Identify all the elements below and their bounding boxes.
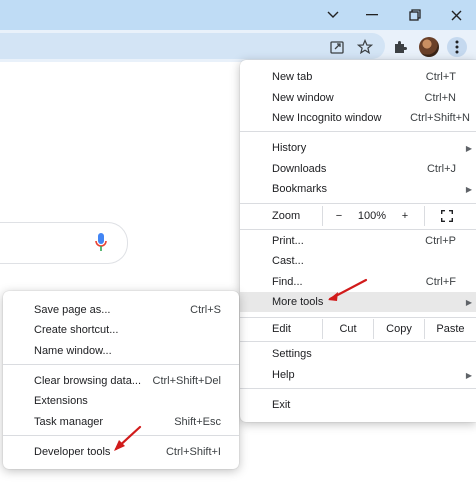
menu-item-shortcut: Ctrl+T (425, 71, 456, 83)
menu-item-label: New Incognito window (272, 112, 382, 124)
menu-item-name-window[interactable]: Name window... (3, 341, 239, 361)
menu-item-task-manager[interactable]: Task manager Shift+Esc (3, 412, 239, 432)
share-icon[interactable] (327, 37, 347, 57)
menu-item-shortcut: Ctrl+Shift+Del (152, 375, 221, 387)
tab-search-button[interactable] (313, 0, 353, 30)
submenu-arrow-icon: ▶ (465, 143, 472, 153)
close-icon (451, 10, 461, 20)
menu-item-help[interactable]: Help ▶ (240, 365, 476, 385)
menu-item-label: Print... (272, 235, 304, 247)
menu-item-label: Find... (272, 276, 303, 288)
restore-icon (409, 9, 421, 21)
title-bar (0, 0, 476, 30)
menu-separator (240, 388, 476, 389)
menu-item-save-page-as[interactable]: Save page as... Ctrl+S (3, 300, 239, 320)
fullscreen-button[interactable] (432, 206, 462, 226)
menu-item-label: More tools (272, 296, 324, 308)
cut-button[interactable]: Cut (323, 319, 373, 339)
menu-item-label: Cast... (272, 255, 304, 267)
search-box[interactable] (0, 222, 128, 264)
menu-item-shortcut: Ctrl+F (425, 276, 456, 288)
menu-item-clear-browsing-data[interactable]: Clear browsing data... Ctrl+Shift+Del (3, 371, 239, 391)
edit-row: Edit Cut Copy Paste (240, 319, 476, 339)
menu-item-settings[interactable]: Settings (240, 344, 476, 364)
menu-item-developer-tools[interactable]: Developer tools Ctrl+Shift+I (3, 442, 239, 462)
menu-item-label: Extensions (34, 395, 88, 407)
profile-avatar[interactable] (419, 37, 439, 57)
menu-item-shortcut: Ctrl+Shift+N (410, 112, 470, 124)
restore-button[interactable] (395, 0, 435, 30)
menu-item-label: New window (272, 92, 334, 104)
menu-separator (240, 131, 476, 132)
fullscreen-icon (441, 210, 453, 222)
zoom-label: Zoom (272, 210, 301, 222)
menu-separator (240, 317, 476, 318)
menu-separator (240, 229, 476, 230)
chrome-menu-button[interactable] (447, 37, 467, 57)
menu-separator (3, 435, 239, 436)
minimize-icon (366, 14, 378, 16)
zoom-in-button[interactable]: + (394, 206, 416, 226)
menu-item-new-incognito-window[interactable]: New Incognito window Ctrl+Shift+N (240, 108, 476, 128)
close-button[interactable] (436, 0, 476, 30)
menu-item-bookmarks[interactable]: Bookmarks ▶ (240, 179, 476, 199)
menu-item-shortcut: Ctrl+P (425, 235, 456, 247)
menu-item-cast[interactable]: Cast... (240, 251, 476, 271)
menu-item-shortcut: Ctrl+S (190, 304, 221, 316)
menu-item-more-tools[interactable]: More tools ▶ (240, 292, 476, 312)
menu-item-label: Developer tools (34, 446, 111, 458)
edit-label: Edit (272, 323, 291, 335)
menu-item-create-shortcut[interactable]: Create shortcut... (3, 320, 239, 340)
minimize-button[interactable] (352, 0, 392, 30)
menu-separator (240, 203, 476, 204)
zoom-row: Zoom − 100% + (240, 206, 476, 226)
menu-item-shortcut: Ctrl+Shift+I (165, 446, 221, 458)
menu-divider (322, 206, 323, 226)
menu-item-new-tab[interactable]: New tab Ctrl+T (240, 67, 476, 87)
menu-item-label: Create shortcut... (34, 324, 119, 336)
menu-item-exit[interactable]: Exit (240, 395, 476, 415)
menu-item-label: New tab (272, 71, 313, 83)
extensions-puzzle-icon[interactable] (390, 37, 410, 57)
chrome-main-menu: New tab Ctrl+T New window Ctrl+N New Inc… (240, 60, 476, 422)
menu-item-label: Downloads (272, 163, 327, 175)
submenu-arrow-icon: ▶ (465, 184, 472, 194)
menu-item-shortcut: Ctrl+J (426, 163, 456, 175)
chevron-down-icon (327, 11, 339, 18)
menu-item-print[interactable]: Print... Ctrl+P (240, 231, 476, 251)
menu-item-label: Help (272, 369, 295, 381)
menu-separator (240, 341, 476, 342)
menu-item-new-window[interactable]: New window Ctrl+N (240, 88, 476, 108)
menu-item-shortcut: Shift+Esc (174, 416, 221, 428)
paste-button[interactable]: Paste (425, 319, 476, 339)
menu-item-downloads[interactable]: Downloads Ctrl+J (240, 159, 476, 179)
menu-item-label: History (272, 142, 307, 154)
menu-item-label: Name window... (34, 345, 112, 357)
menu-divider (424, 206, 425, 226)
submenu-arrow-icon: ▶ (465, 370, 472, 380)
copy-button[interactable]: Copy (374, 319, 424, 339)
kebab-menu-icon (455, 40, 459, 54)
menu-item-label: Bookmarks (272, 183, 328, 195)
submenu-arrow-icon: ▶ (465, 297, 472, 307)
zoom-level-value: 100% (357, 210, 387, 222)
menu-item-shortcut: Ctrl+N (424, 92, 456, 104)
more-tools-submenu: Save page as... Ctrl+S Create shortcut..… (3, 291, 239, 469)
menu-separator (3, 364, 239, 365)
menu-item-label: Settings (272, 348, 312, 360)
menu-item-label: Task manager (34, 416, 104, 428)
menu-item-find[interactable]: Find... Ctrl+F (240, 272, 476, 292)
zoom-out-button[interactable]: − (328, 206, 350, 226)
menu-item-label: Save page as... (34, 304, 111, 316)
bookmark-star-icon[interactable] (355, 37, 375, 57)
menu-item-history[interactable]: History ▶ (240, 138, 476, 158)
menu-item-extensions[interactable]: Extensions (3, 391, 239, 411)
menu-item-label: Clear browsing data... (34, 375, 141, 387)
microphone-icon[interactable] (95, 233, 107, 252)
menu-item-label: Exit (272, 399, 291, 411)
